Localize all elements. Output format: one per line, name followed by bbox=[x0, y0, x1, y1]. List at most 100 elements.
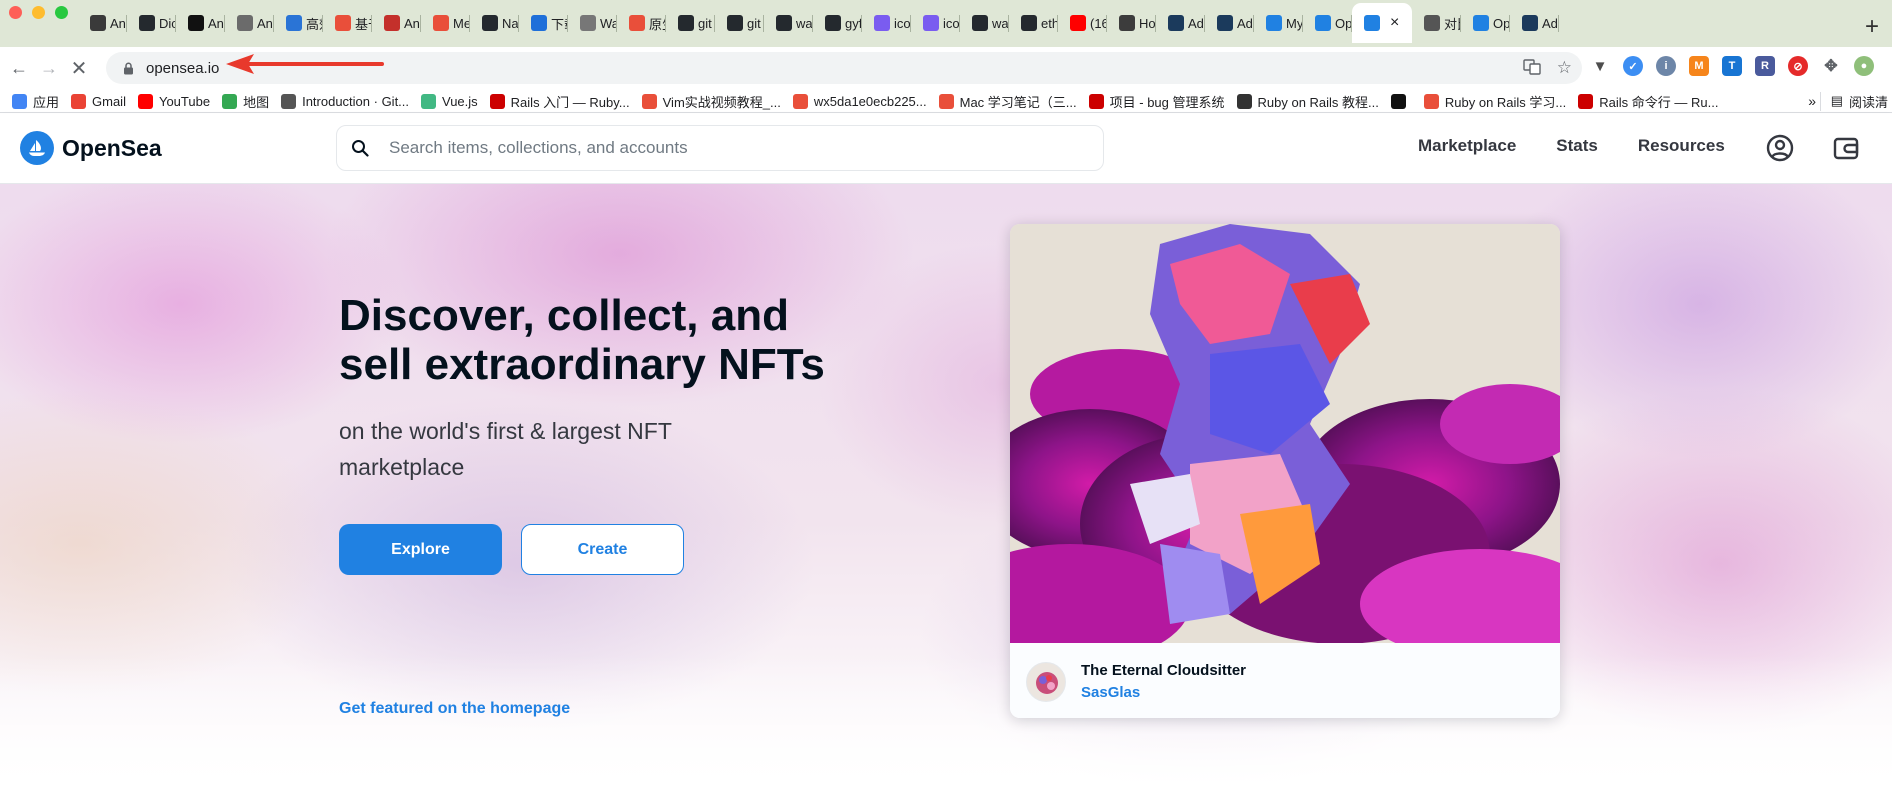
opensea-logo[interactable]: OpenSea bbox=[20, 131, 162, 165]
tab-label: Op bbox=[1335, 15, 1352, 31]
bookmark-item[interactable]: Vim实战视频教程_... bbox=[641, 92, 781, 111]
tab[interactable]: wa bbox=[764, 3, 813, 43]
tab[interactable]: Me bbox=[421, 3, 470, 43]
tab[interactable]: Anc bbox=[176, 3, 225, 43]
tab[interactable]: 原生 bbox=[617, 3, 666, 43]
tab-label: Wa bbox=[600, 15, 617, 31]
nft-artwork-image[interactable] bbox=[1010, 224, 1560, 664]
tab[interactable]: Op bbox=[1303, 3, 1352, 43]
app-favicon bbox=[1217, 15, 1233, 31]
close-tab-icon[interactable]: × bbox=[1390, 14, 1399, 32]
bookmark-label: 项目 - bug 管理系统 bbox=[1109, 94, 1225, 110]
minimize-window-button[interactable] bbox=[32, 6, 45, 19]
tab[interactable]: ico bbox=[911, 3, 960, 43]
creator-avatar[interactable] bbox=[1026, 662, 1066, 702]
tab[interactable]: 基于 bbox=[323, 3, 372, 43]
profile-avatar[interactable]: ● bbox=[1854, 56, 1874, 76]
wallet-icon[interactable] bbox=[1832, 134, 1860, 167]
reading-list-label: 阅读清 bbox=[1848, 94, 1888, 110]
tab[interactable]: Adi bbox=[1510, 3, 1559, 43]
bookmark-label: 地图 bbox=[243, 94, 270, 110]
metamask-extension-icon[interactable]: M bbox=[1689, 56, 1709, 76]
vuetools-extension-icon[interactable]: ▼ bbox=[1590, 56, 1610, 76]
extension-icon[interactable]: T bbox=[1722, 56, 1742, 76]
tab-list: Anc Dic Anc Anc 高效 基于 Anc Me Nar 下载 Wa 原生 git git wa gy… bbox=[78, 0, 1852, 47]
account-icon[interactable] bbox=[1766, 134, 1794, 167]
nft-creator-link[interactable]: SasGlas bbox=[1081, 684, 1140, 701]
tab-active[interactable]: × bbox=[1352, 3, 1412, 43]
bookmark-label: YouTube bbox=[158, 93, 211, 109]
url-text[interactable]: opensea.io bbox=[146, 60, 219, 77]
bookmarks-overflow-button[interactable]: » bbox=[1808, 93, 1816, 109]
extension-icon[interactable]: R bbox=[1755, 56, 1775, 76]
tab[interactable]: Wa bbox=[568, 3, 617, 43]
close-window-button[interactable] bbox=[9, 6, 22, 19]
tab[interactable]: 对比 bbox=[1412, 3, 1461, 43]
stop-loading-button[interactable]: ✕ bbox=[64, 54, 94, 84]
extension-icon[interactable]: ✓ bbox=[1623, 56, 1643, 76]
tab[interactable]: Anc bbox=[225, 3, 274, 43]
tab[interactable]: Anc bbox=[78, 3, 127, 43]
new-tab-button[interactable]: + bbox=[1852, 7, 1892, 47]
tab[interactable]: Nar bbox=[470, 3, 519, 43]
bookmark-item[interactable]: Ruby on Rails 教程... bbox=[1236, 92, 1379, 111]
bookmark-item[interactable]: 地图 bbox=[222, 92, 269, 111]
bookmark-item[interactable]: Introduction · Git... bbox=[281, 93, 409, 109]
search-bar[interactable] bbox=[336, 125, 1104, 171]
bookmark-star-icon[interactable]: ☆ bbox=[1557, 58, 1572, 81]
tab[interactable]: eth bbox=[1009, 3, 1058, 43]
tab[interactable]: gyf bbox=[813, 3, 862, 43]
app-favicon bbox=[1168, 15, 1184, 31]
tab[interactable]: 高效 bbox=[274, 3, 323, 43]
tab[interactable]: ico bbox=[862, 3, 911, 43]
maximize-window-button[interactable] bbox=[55, 6, 68, 19]
tab[interactable]: Anc bbox=[372, 3, 421, 43]
extension-icon[interactable]: ⊘ bbox=[1788, 56, 1808, 76]
tab[interactable]: Dic bbox=[127, 3, 176, 43]
search-input[interactable] bbox=[389, 138, 1029, 158]
tab[interactable]: 下载 bbox=[519, 3, 568, 43]
tab[interactable]: git bbox=[715, 3, 764, 43]
bookmark-item[interactable]: Vue.js bbox=[421, 93, 478, 109]
bookmark-favicon-icon bbox=[1088, 93, 1104, 109]
tab[interactable]: Op bbox=[1461, 3, 1510, 43]
bookmark-item[interactable]: wx5da1e0ecb225... bbox=[792, 93, 927, 109]
github-icon bbox=[825, 15, 841, 31]
tab[interactable]: Adi bbox=[1156, 3, 1205, 43]
hero-section: Discover, collect, and sell extraordinar… bbox=[0, 184, 1892, 795]
app-favicon bbox=[433, 15, 449, 31]
bookmark-item[interactable]: Rails 命令行 — Ru... bbox=[1578, 92, 1718, 111]
lock-icon[interactable] bbox=[120, 60, 136, 76]
bookmark-item[interactable]: Mac 学习笔记（三... bbox=[938, 92, 1077, 111]
bookmark-item[interactable] bbox=[1390, 93, 1412, 109]
nft-title[interactable]: The Eternal Cloudsitter bbox=[1081, 662, 1246, 679]
get-featured-link[interactable]: Get featured on the homepage bbox=[339, 700, 570, 718]
bookmark-item[interactable]: 项目 - bug 管理系统 bbox=[1088, 92, 1225, 111]
nav-link-resources[interactable]: Resources bbox=[1638, 136, 1725, 156]
translate-icon[interactable] bbox=[1523, 58, 1541, 81]
puzzle-icon[interactable]: ✥ bbox=[1821, 56, 1841, 76]
reading-list-button[interactable]: ▤ 阅读清 bbox=[1819, 91, 1892, 111]
tab-label: Op bbox=[1493, 15, 1510, 31]
bookmark-item[interactable]: Gmail bbox=[71, 93, 126, 109]
back-button[interactable]: ← bbox=[4, 54, 34, 84]
forward-button[interactable]: → bbox=[34, 54, 64, 84]
tab[interactable]: Adi bbox=[1205, 3, 1254, 43]
tab[interactable]: (16 bbox=[1058, 3, 1107, 43]
explore-button[interactable]: Explore bbox=[339, 524, 502, 575]
tab[interactable]: Ho bbox=[1107, 3, 1156, 43]
extension-icon[interactable]: i bbox=[1656, 56, 1676, 76]
tab[interactable]: My bbox=[1254, 3, 1303, 43]
bookmark-item[interactable]: Ruby on Rails 学习... bbox=[1423, 92, 1566, 111]
github-icon bbox=[482, 15, 498, 31]
tab[interactable]: git bbox=[666, 3, 715, 43]
bookmark-item[interactable]: 应用 bbox=[12, 92, 59, 111]
nav-link-marketplace[interactable]: Marketplace bbox=[1418, 136, 1516, 156]
bookmark-item[interactable]: Rails 入门 — Ruby... bbox=[489, 92, 630, 111]
bookmark-item[interactable]: YouTube bbox=[137, 93, 211, 109]
tab[interactable]: wa bbox=[960, 3, 1009, 43]
site-header: OpenSea Marketplace Stats Resources bbox=[0, 114, 1892, 184]
nav-link-stats[interactable]: Stats bbox=[1556, 136, 1598, 156]
create-button[interactable]: Create bbox=[521, 524, 684, 575]
featured-nft-card[interactable]: The Eternal Cloudsitter SasGlas bbox=[1010, 224, 1560, 718]
